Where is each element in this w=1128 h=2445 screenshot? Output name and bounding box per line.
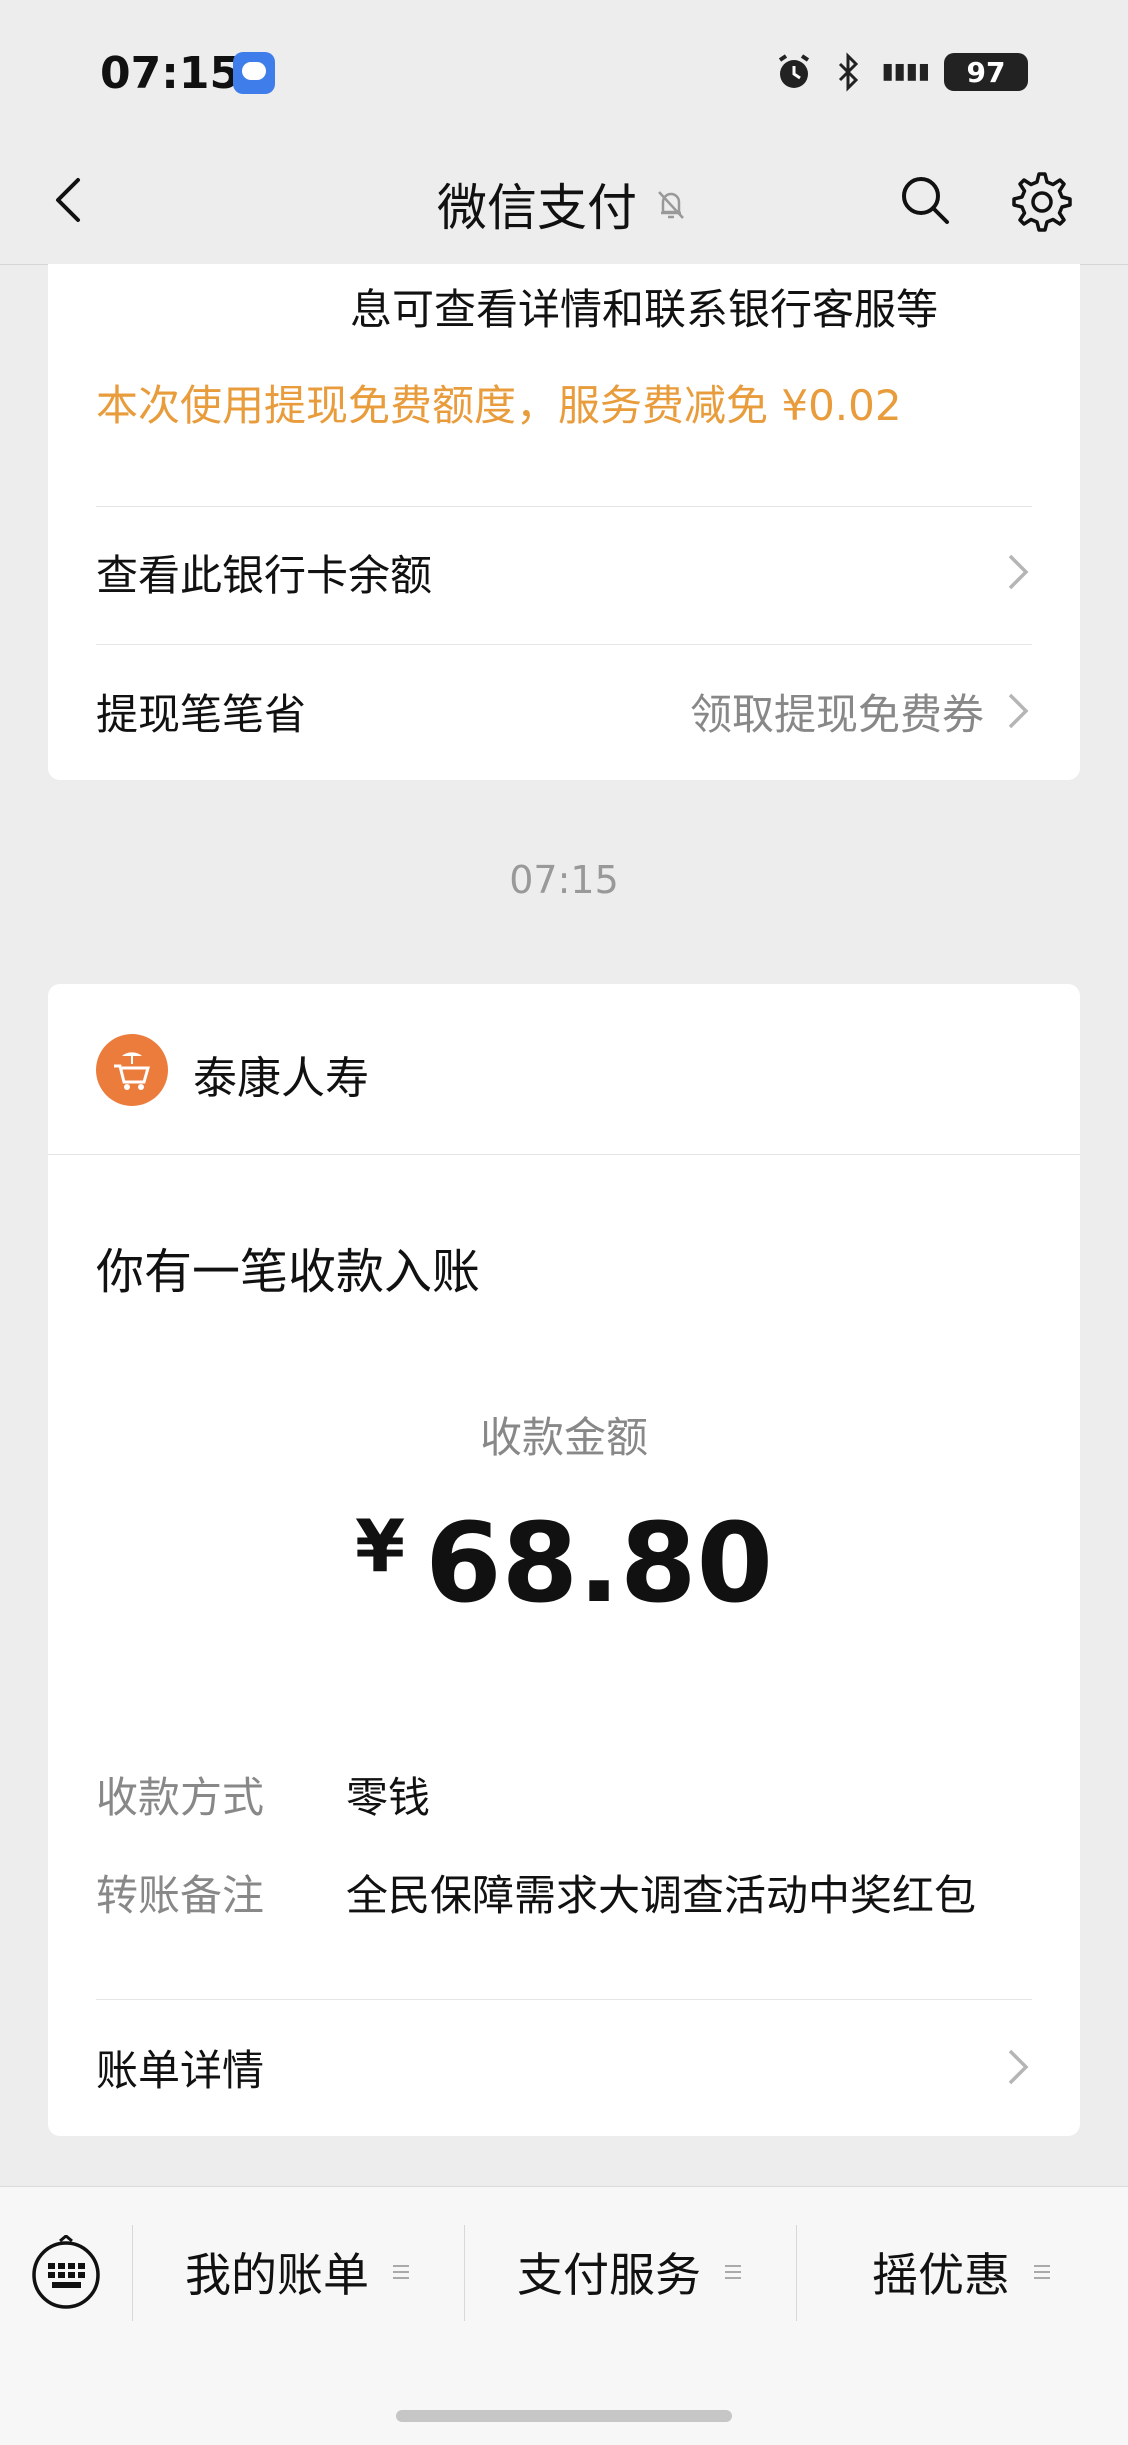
menu-icon (1034, 2265, 1050, 2279)
amount-label: 收款金额 (479, 1413, 648, 1462)
bill-details-row[interactable]: 账单详情 (96, 2000, 1032, 2134)
divider (96, 644, 1032, 645)
check-balance-label: 查看此银行卡余额 (96, 550, 433, 600)
bill-details-label: 账单详情 (96, 2045, 265, 2095)
tab-my-bills-label: 我的账单 (185, 2248, 369, 2302)
withdrawal-info-text: 息可查看详情和联系银行客服等 (350, 285, 939, 334)
payment-received-card[interactable]: 泰康人寿 你有一笔收款入账 收款金额 ¥68.80 收款方式 零钱 转账备注 全… (48, 984, 1080, 2136)
mute-bell-icon (658, 191, 684, 219)
payment-method-value: 零钱 (346, 1773, 431, 1822)
search-icon[interactable] (895, 170, 955, 230)
page-title: 微信支付 (0, 168, 1128, 240)
nav-bar: 微信支付 (0, 140, 1128, 265)
battery-icon: 97 (944, 53, 1028, 91)
payment-notice: 你有一笔收款入账 (96, 1244, 481, 1300)
bluetooth-icon (838, 52, 858, 92)
fee-waiver-text: 本次使用提现免费额度，服务费减免 ¥0.02 (96, 381, 902, 430)
gear-icon[interactable] (1010, 168, 1074, 232)
message-timestamp: 07:15 (509, 858, 619, 902)
chevron-right-icon (1008, 693, 1029, 729)
tab-shake-deals[interactable]: 摇优惠 (797, 2227, 1127, 2317)
menu-icon (725, 2265, 741, 2279)
withdrawal-card: 息可查看详情和联系银行客服等 本次使用提现免费额度，服务费减免 ¥0.02 查看… (48, 264, 1080, 780)
amount-value: ¥68.80 (48, 1499, 1080, 1627)
payment-method-row: 收款方式 零钱 (96, 1764, 1032, 1825)
check-balance-row[interactable]: 查看此银行卡余额 (96, 507, 1032, 637)
page-title-text: 微信支付 (437, 179, 637, 237)
transfer-note-row: 转账备注 全民保障需求大调查活动中奖红包 (96, 1862, 1032, 1923)
menu-icon (393, 2265, 409, 2279)
brand-header[interactable]: 泰康人寿 (48, 984, 1080, 1155)
brand-name: 泰康人寿 (193, 1053, 369, 1104)
alarm-icon (778, 54, 809, 88)
transfer-note-key: 转账备注 (96, 1871, 265, 1920)
tab-my-bills[interactable]: 我的账单 (133, 2227, 463, 2317)
currency-symbol: ¥ (354, 1504, 406, 1588)
keyboard-icon[interactable] (28, 2235, 104, 2311)
chevron-right-icon (1008, 554, 1029, 590)
chevron-right-icon (1008, 2049, 1029, 2085)
bottom-menu-bar: 我的账单 支付服务 摇优惠 (0, 2186, 1128, 2445)
withdraw-saver-row[interactable]: 提现笔笔省 领取提现免费券 (96, 646, 1032, 776)
status-time: 07:15 (100, 48, 241, 99)
free-coupon-link: 领取提现免费券 (689, 689, 984, 739)
signal-icon: ▮▮▮▮ (881, 59, 930, 84)
payment-method-key: 收款方式 (96, 1773, 265, 1822)
message-icon (233, 52, 275, 94)
tab-shake-deals-label: 摇优惠 (872, 2248, 1010, 2302)
status-bar: 07:15 ▮▮▮▮ 97 (0, 0, 1128, 140)
tab-payment-services-label: 支付服务 (517, 2248, 701, 2302)
transfer-note-value: 全民保障需求大调查活动中奖红包 (346, 1871, 977, 1920)
cart-umbrella-icon (114, 1052, 150, 1090)
tab-payment-services[interactable]: 支付服务 (465, 2227, 795, 2317)
brand-logo (96, 1034, 168, 1106)
withdraw-saver-label: 提现笔笔省 (96, 689, 307, 739)
home-indicator[interactable] (396, 2410, 732, 2422)
amount-number: 68.80 (425, 1499, 774, 1627)
status-indicators: ▮▮▮▮ 97 (774, 52, 1028, 92)
